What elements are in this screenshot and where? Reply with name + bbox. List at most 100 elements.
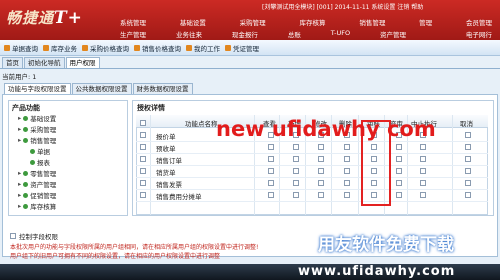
expand-icon[interactable]: ▸ [18,191,21,199]
tab-2[interactable]: 用户权限 [65,57,100,68]
module-1[interactable]: 库存业务 [43,43,77,53]
nav-item[interactable]: 总账 [288,29,301,40]
tree-item[interactable]: ▸ 零售管理 [18,168,56,178]
permission-checkbox[interactable] [344,144,350,150]
permission-checkbox[interactable] [318,156,324,162]
permission-checkbox[interactable] [396,192,402,198]
permission-checkbox[interactable] [293,156,299,162]
nav-item[interactable]: 系统管理 [120,17,146,29]
nav-item[interactable]: 基础设置 [180,17,206,29]
permission-checkbox[interactable] [268,168,274,174]
permission-checkbox[interactable] [293,144,299,150]
tree-item[interactable]: 单据 [30,146,50,156]
grid-row-label: 销货单 [156,169,176,177]
row-select-checkbox[interactable] [140,192,146,198]
permission-checkbox[interactable] [465,168,471,174]
permission-checkbox[interactable] [344,156,350,162]
tree-item[interactable]: ▸ 资产管理 [18,179,56,189]
nav-item[interactable]: 生产管理 [120,29,146,40]
module-4[interactable]: 我的工作 [186,43,220,53]
tree-item[interactable]: ▸ 库存核算 [18,201,56,211]
permission-checkbox[interactable] [420,192,426,198]
row-select-checkbox[interactable] [140,180,146,186]
tree-item-label: 资产管理 [30,181,57,189]
nav-item[interactable]: 业务往来 [176,29,202,40]
permission-checkbox[interactable] [268,156,274,162]
tree-item[interactable]: ▸ 采购管理 [18,124,56,134]
expand-icon[interactable]: ▸ [18,114,21,122]
nav-item[interactable]: 销售管理 [359,17,385,29]
field-control-option[interactable]: 控制字段权限 [10,231,58,241]
module-icon [134,44,140,51]
nav-item[interactable]: 会员管理 [466,17,492,29]
tab-0[interactable]: 首页 [2,57,23,68]
permission-checkbox[interactable] [268,144,274,150]
permission-checkbox[interactable] [268,192,274,198]
row-select-checkbox[interactable] [140,168,146,174]
row-select-checkbox[interactable] [140,132,146,138]
module-2[interactable]: 采购价格查询 [82,43,129,53]
permission-checkbox[interactable] [344,180,350,186]
permission-checkbox[interactable] [268,180,274,186]
permission-checkbox[interactable] [344,192,350,198]
permission-checkbox[interactable] [344,168,350,174]
module-tree-icon [23,203,29,209]
module-label: 凭证管理 [233,44,259,53]
permission-checkbox[interactable] [318,192,324,198]
expand-icon[interactable]: ▸ [18,169,21,177]
user-info-bar: [刘攀测试用全模块] [001] 2014-11-11 系统设置 注销 帮助 [262,4,424,11]
nav-item[interactable]: 电子网行 [466,29,492,40]
row-select-checkbox[interactable] [140,156,146,162]
grid-row-label: 销售订单 [156,157,182,165]
expand-icon[interactable]: ▸ [18,136,21,144]
nav-item[interactable]: 库存核算 [299,17,325,29]
permission-checkbox[interactable] [396,168,402,174]
permission-checkbox[interactable] [465,156,471,162]
permission-checkbox[interactable] [420,168,426,174]
permission-checkbox[interactable] [420,156,426,162]
notice-line-2: 用户组下的旧用户可拥有不同的权限设置，请在相应的用户权限设置中进行调整 [10,253,221,260]
expand-icon[interactable]: ▸ [18,125,21,133]
permission-checkbox[interactable] [465,144,471,150]
subtab-1[interactable]: 公共数据权限设置 [71,83,132,94]
permission-checkbox[interactable] [293,180,299,186]
nav-item[interactable]: 现金报行 [232,29,258,40]
permission-checkbox[interactable] [293,168,299,174]
expand-icon[interactable]: ▸ [18,202,21,210]
expand-icon[interactable]: ▸ [18,180,21,188]
permission-checkbox[interactable] [465,180,471,186]
module-5[interactable]: 凭证管理 [225,43,259,53]
permission-checkbox[interactable] [465,132,471,138]
permission-checkbox[interactable] [318,144,324,150]
nav-item[interactable]: 管理 [419,17,432,29]
permission-checkbox[interactable] [318,180,324,186]
grid-row-divider [136,153,488,154]
tab-1[interactable]: 初始化导航 [24,57,65,68]
module-0[interactable]: 单据查询 [4,43,38,53]
tree-item[interactable]: ▸ 促销管理 [18,190,56,200]
nav-item[interactable]: 采购管理 [240,17,266,29]
nav-item[interactable]: T-UFO [331,29,350,40]
notice-line-1: 本批次用户的功能与字段权限所属的用户组相同，请在相应所属用户组的权限设置中进行调… [10,244,259,251]
permission-checkbox[interactable] [396,144,402,150]
field-control-checkbox[interactable] [10,233,16,239]
tree-item[interactable]: ▸ 销售管理 [18,135,56,145]
select-all-checkbox[interactable] [140,120,146,126]
subtab-0[interactable]: 功能与字段权限设置 [4,83,71,94]
row-select-checkbox[interactable] [140,144,146,150]
permission-checkbox[interactable] [465,192,471,198]
tree-item[interactable]: ▸ 基础设置 [18,113,56,123]
tree-item[interactable]: 报表 [30,157,50,167]
permission-checkbox[interactable] [318,168,324,174]
tree-item-label: 库存核算 [30,203,57,211]
permission-subtabs: 功能与字段权限设置 公共数据权限设置 财务数据权限设置 [4,83,194,94]
permission-checkbox[interactable] [420,144,426,150]
module-3[interactable]: 销售价格查询 [134,43,181,53]
nav-item[interactable]: 资产管理 [380,29,406,40]
permission-checkbox[interactable] [396,156,402,162]
subtab-2[interactable]: 财务数据权限设置 [132,83,193,94]
grid-row-label: 销售发票 [156,181,182,189]
permission-checkbox[interactable] [420,180,426,186]
permission-checkbox[interactable] [396,180,402,186]
permission-checkbox[interactable] [293,192,299,198]
